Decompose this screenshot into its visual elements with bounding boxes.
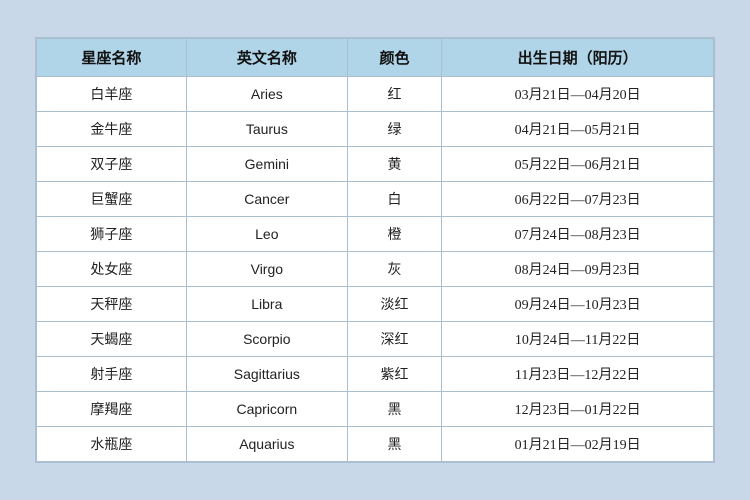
cell-zh-name: 狮子座	[37, 217, 187, 252]
cell-en-name: Leo	[186, 217, 347, 252]
zodiac-table: 星座名称 英文名称 颜色 出生日期（阳历） 白羊座Aries红03月21日—04…	[36, 38, 714, 462]
header-en-name: 英文名称	[186, 39, 347, 77]
cell-color: 橙	[347, 217, 441, 252]
cell-date: 06月22日—07月23日	[442, 182, 714, 217]
cell-en-name: Virgo	[186, 252, 347, 287]
cell-date: 04月21日—05月21日	[442, 112, 714, 147]
cell-zh-name: 巨蟹座	[37, 182, 187, 217]
cell-zh-name: 天秤座	[37, 287, 187, 322]
cell-zh-name: 天蝎座	[37, 322, 187, 357]
cell-zh-name: 射手座	[37, 357, 187, 392]
cell-date: 01月21日—02月19日	[442, 427, 714, 462]
table-row: 双子座Gemini黄05月22日—06月21日	[37, 147, 714, 182]
cell-zh-name: 摩羯座	[37, 392, 187, 427]
cell-date: 05月22日—06月21日	[442, 147, 714, 182]
cell-color: 白	[347, 182, 441, 217]
cell-zh-name: 处女座	[37, 252, 187, 287]
cell-color: 紫红	[347, 357, 441, 392]
table-row: 巨蟹座Cancer白06月22日—07月23日	[37, 182, 714, 217]
table-header-row: 星座名称 英文名称 颜色 出生日期（阳历）	[37, 39, 714, 77]
table-row: 狮子座Leo橙07月24日—08月23日	[37, 217, 714, 252]
cell-en-name: Aries	[186, 77, 347, 112]
cell-zh-name: 金牛座	[37, 112, 187, 147]
cell-color: 红	[347, 77, 441, 112]
cell-en-name: Aquarius	[186, 427, 347, 462]
table-row: 处女座Virgo灰08月24日—09月23日	[37, 252, 714, 287]
table-row: 白羊座Aries红03月21日—04月20日	[37, 77, 714, 112]
cell-date: 12月23日—01月22日	[442, 392, 714, 427]
cell-zh-name: 水瓶座	[37, 427, 187, 462]
cell-date: 11月23日—12月22日	[442, 357, 714, 392]
table-row: 水瓶座Aquarius黑01月21日—02月19日	[37, 427, 714, 462]
table-row: 天蝎座Scorpio深红10月24日—11月22日	[37, 322, 714, 357]
table-row: 金牛座Taurus绿04月21日—05月21日	[37, 112, 714, 147]
cell-en-name: Cancer	[186, 182, 347, 217]
cell-color: 黄	[347, 147, 441, 182]
cell-en-name: Libra	[186, 287, 347, 322]
header-color: 颜色	[347, 39, 441, 77]
cell-zh-name: 双子座	[37, 147, 187, 182]
cell-en-name: Capricorn	[186, 392, 347, 427]
cell-date: 10月24日—11月22日	[442, 322, 714, 357]
header-date: 出生日期（阳历）	[442, 39, 714, 77]
table-row: 天秤座Libra淡红09月24日—10月23日	[37, 287, 714, 322]
table-row: 摩羯座Capricorn黑12月23日—01月22日	[37, 392, 714, 427]
cell-en-name: Sagittarius	[186, 357, 347, 392]
cell-en-name: Gemini	[186, 147, 347, 182]
cell-color: 绿	[347, 112, 441, 147]
zodiac-table-container: 星座名称 英文名称 颜色 出生日期（阳历） 白羊座Aries红03月21日—04…	[35, 37, 715, 463]
cell-date: 09月24日—10月23日	[442, 287, 714, 322]
cell-color: 黑	[347, 427, 441, 462]
cell-color: 灰	[347, 252, 441, 287]
cell-date: 08月24日—09月23日	[442, 252, 714, 287]
cell-color: 淡红	[347, 287, 441, 322]
cell-zh-name: 白羊座	[37, 77, 187, 112]
cell-color: 黑	[347, 392, 441, 427]
header-zh-name: 星座名称	[37, 39, 187, 77]
cell-color: 深红	[347, 322, 441, 357]
cell-en-name: Scorpio	[186, 322, 347, 357]
table-row: 射手座Sagittarius紫红11月23日—12月22日	[37, 357, 714, 392]
cell-date: 03月21日—04月20日	[442, 77, 714, 112]
cell-date: 07月24日—08月23日	[442, 217, 714, 252]
cell-en-name: Taurus	[186, 112, 347, 147]
